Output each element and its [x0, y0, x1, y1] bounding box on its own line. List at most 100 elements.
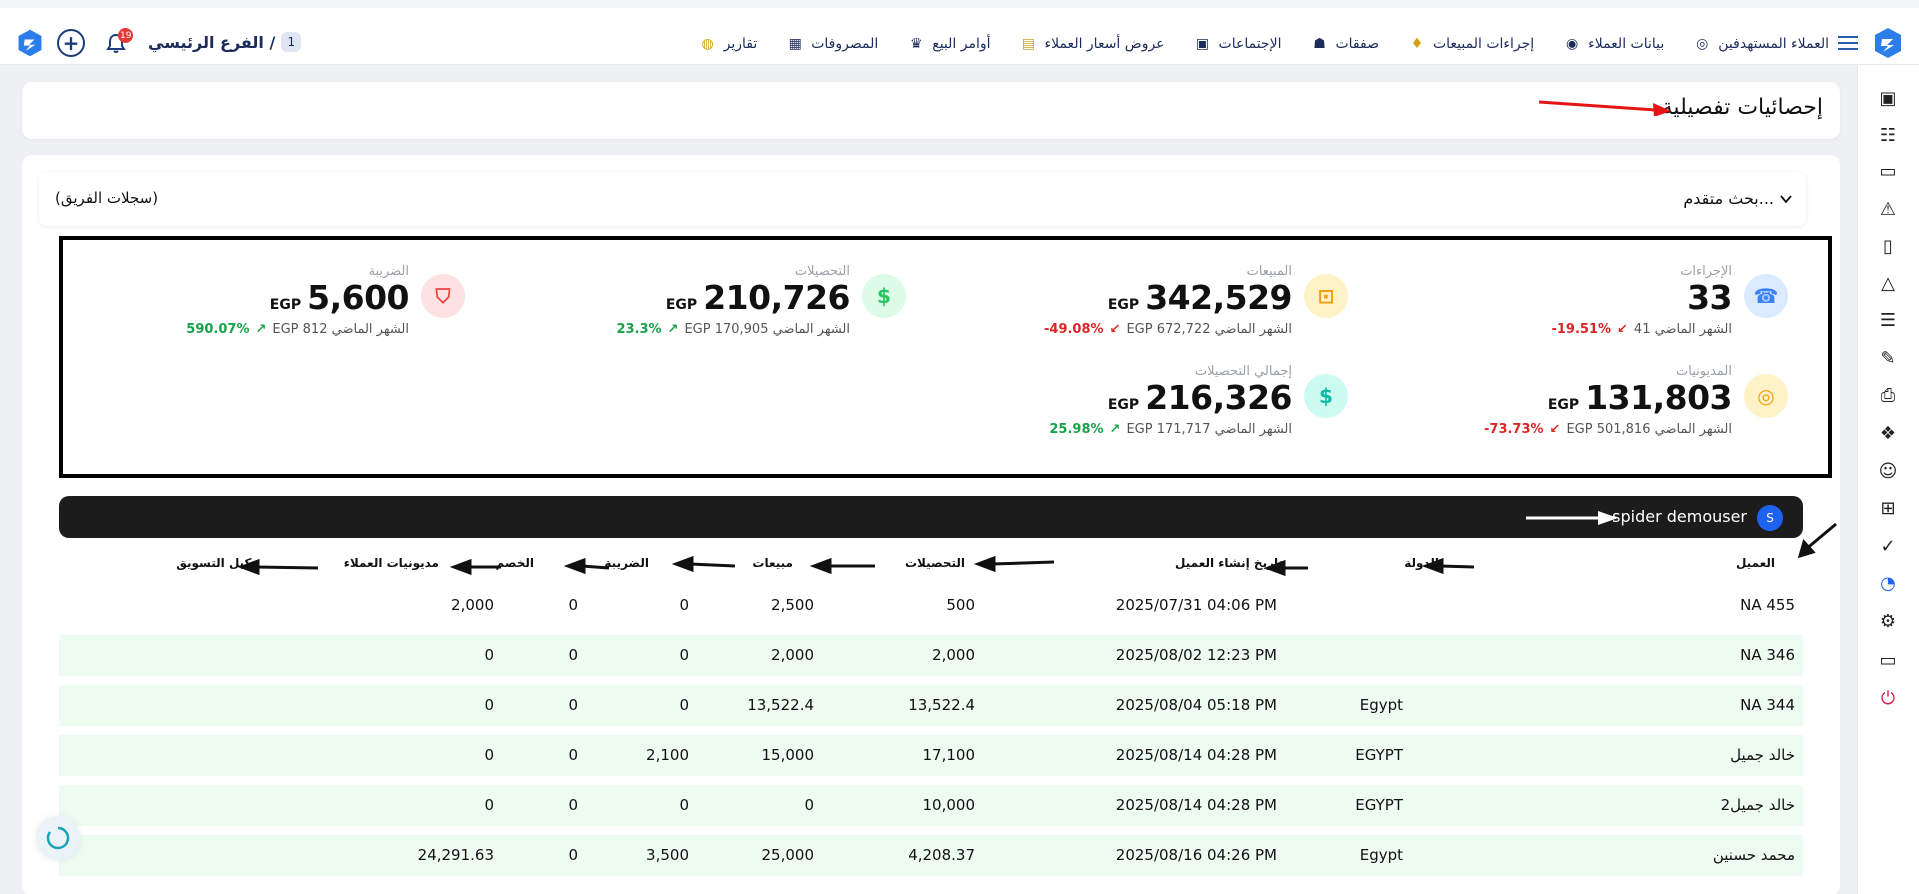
stat-number: 131,803: [1585, 378, 1732, 417]
sales-actions-icon: ♦: [1410, 36, 1424, 52]
stat-label: المبيعات: [1246, 264, 1292, 279]
column-header[interactable]: الدولة: [1404, 556, 1439, 570]
money-icon[interactable]: ▭: [1875, 158, 1901, 184]
nav-item-0[interactable]: ◎ العملاء المستهدفين: [1692, 34, 1829, 54]
table-cell: 0: [568, 596, 578, 614]
column-header[interactable]: مبيعات: [752, 556, 793, 570]
table-row[interactable]: NA 344 Egypt 2025/08/04 05:18 PM 13,522.4 13…: [59, 685, 1803, 726]
stat-label: الإجراءات: [1680, 264, 1732, 279]
table-cell: 0: [568, 646, 578, 664]
column-header[interactable]: وكيل التسويق: [176, 556, 259, 570]
stat-change: 23.3%: [616, 322, 662, 337]
table-cell: 2025/08/14 04:28 PM: [1115, 796, 1277, 814]
device-icon[interactable]: ▯: [1875, 233, 1901, 259]
column-header[interactable]: الضريبة: [604, 556, 649, 570]
table-row[interactable]: NA 455 2025/07/31 04:06 PM 500 2,500 0 0 2,000: [59, 585, 1803, 626]
table-cell: 10,000: [922, 796, 976, 814]
nav-item-label: الإجتماعات: [1218, 36, 1282, 52]
document-check-icon[interactable]: ✓: [1875, 533, 1901, 559]
stat-currency: EGP: [1547, 397, 1580, 413]
stat-change: -49.08%: [1044, 322, 1104, 337]
loading-spinner-icon: [36, 816, 80, 860]
table-cell: 0: [804, 796, 814, 814]
nav-item-6[interactable]: ♛ أوامر البيع: [906, 34, 991, 54]
column-header[interactable]: الخصم: [495, 556, 534, 570]
stat-label: المديونيات: [1676, 364, 1732, 379]
table-row[interactable]: خالد جميل2 EGYPT 2025/08/14 04:28 PM 10,000…: [59, 785, 1803, 826]
table-cell: 2025/08/16 04:26 PM: [1115, 846, 1277, 864]
hamburger-menu-icon[interactable]: [1838, 34, 1858, 52]
secondary-logo-icon[interactable]: [15, 28, 45, 58]
nav-item-label: العملاء المستهدفين: [1718, 36, 1829, 52]
settings-icon[interactable]: ⚙: [1875, 608, 1901, 634]
deals-icon: ☗: [1313, 36, 1326, 52]
stat-value: 33: [1681, 278, 1732, 317]
table-cell: NA 455: [1740, 596, 1795, 614]
dashboard-icon[interactable]: ▣: [1875, 85, 1901, 111]
page-title: إحصائيات تفصيلية: [1661, 95, 1823, 120]
signature-icon[interactable]: ✎: [1875, 345, 1901, 371]
reports-icon: ◍: [701, 36, 714, 52]
column-header[interactable]: التحصيلات: [905, 556, 965, 570]
table-cell: 17,100: [922, 746, 976, 764]
table-cell: EGYPT: [1355, 796, 1403, 814]
nav-item-8[interactable]: ◍ تقارير: [698, 34, 757, 54]
table-row[interactable]: NA 346 2025/08/02 12:23 PM 2,000 2,000 0 0 0: [59, 635, 1803, 676]
target-customers-icon: ◎: [1696, 36, 1709, 52]
stat-card: ☎ الإجراءات 33 -19.51% ↙ 41 الشهر الماضي: [1348, 264, 1788, 352]
analytics-icon[interactable]: ◔: [1875, 570, 1901, 596]
phone-icon: ☎: [1744, 274, 1788, 318]
advanced-search-toggle[interactable]: بحث متقدم...: [1683, 189, 1792, 208]
table-cell: 0: [484, 746, 494, 764]
nav-item-7[interactable]: ▦ المصروفات: [785, 34, 879, 54]
invoice-icon[interactable]: ☰: [1875, 307, 1901, 333]
team-icon[interactable]: ☷: [1875, 122, 1901, 148]
nav-item-5[interactable]: ▤ عروض أسعار العملاء: [1019, 34, 1165, 54]
stat-comparison: 590.07% ↗ EGP 812 الشهر الماضي: [186, 322, 409, 337]
quotes-icon: ▤: [1021, 36, 1036, 52]
nav-item-3[interactable]: ☗ صفقات: [1309, 34, 1379, 54]
expenses-icon: ▦: [788, 36, 802, 52]
coins-icon: ◎: [1744, 374, 1788, 418]
stat-comparison: 25.98% ↗ EGP 171,717 الشهر الماضي: [1049, 422, 1292, 437]
nav-item-label: صفقات: [1335, 36, 1379, 52]
stat-change: 590.07%: [186, 322, 250, 337]
nav-item-2[interactable]: ♦ إجراءات المبيعات: [1407, 34, 1534, 54]
app-logo-icon[interactable]: [1871, 26, 1905, 60]
stat-card: ⛉ الضريبة EGP 5,600 590.07% ↗ EGP 812 الشهر ال…: [25, 264, 465, 352]
print-icon[interactable]: ⎙: [1875, 382, 1901, 408]
stat-comparison: 23.3% ↗ EGP 170,905 الشهر الماضي: [616, 322, 850, 337]
column-header[interactable]: مديونيات العملاء: [344, 556, 439, 570]
warning-icon[interactable]: ⚠: [1875, 196, 1901, 222]
table-row[interactable]: خالد جميل EGYPT 2025/08/14 04:28 PM 17,100 1…: [59, 735, 1803, 776]
stat-comparison: -49.08% ↙ EGP 672,722 الشهر الماضي: [1044, 322, 1292, 337]
power-icon[interactable]: ⏻: [1875, 685, 1901, 711]
user-settings-icon[interactable]: ☺: [1875, 458, 1901, 484]
sales-icon: ⊡: [1304, 274, 1348, 318]
nav-item-1[interactable]: ◉ بيانات العملاء: [1562, 34, 1664, 54]
nav-item-label: المصروفات: [811, 36, 879, 52]
triangle-icon[interactable]: △: [1875, 270, 1901, 296]
stat-value: EGP 342,529: [1108, 278, 1293, 317]
column-header[interactable]: تاريخ إنشاء العميل: [1175, 556, 1283, 570]
stats-panel: ☎ الإجراءات 33 -19.51% ↙ 41 الشهر الماضي ⊡ المب…: [59, 236, 1832, 478]
table-cell: خالد جميل: [1730, 746, 1795, 764]
table-cell: 2025/08/14 04:28 PM: [1115, 746, 1277, 764]
nav-item-4[interactable]: ▣ الإجتماعات: [1193, 34, 1282, 54]
stat-currency: EGP: [1107, 397, 1140, 413]
stat-label: إجمالي التحصيلات: [1194, 364, 1292, 379]
branch-selector[interactable]: الفرع الرئيسي / 1: [148, 32, 302, 52]
stat-change: -73.73%: [1484, 422, 1544, 437]
branch-count-badge: 1: [281, 32, 302, 52]
user-name: spider demouser: [1612, 507, 1747, 526]
table-row[interactable]: محمد حسنين Egypt 2025/08/16 04:26 PM 4,208.…: [59, 835, 1803, 876]
document-add-icon[interactable]: ⊞: [1875, 495, 1901, 521]
window-icon[interactable]: ▭: [1875, 647, 1901, 673]
add-button[interactable]: +: [57, 29, 85, 57]
gift-icon[interactable]: ❖: [1875, 420, 1901, 446]
table-cell: Egypt: [1359, 696, 1403, 714]
table-cell: 2025/07/31 04:06 PM: [1115, 596, 1277, 614]
total-collections-icon: $: [1304, 374, 1348, 418]
column-header[interactable]: العميل: [1736, 556, 1775, 570]
tax-icon: ⛉: [421, 274, 465, 318]
